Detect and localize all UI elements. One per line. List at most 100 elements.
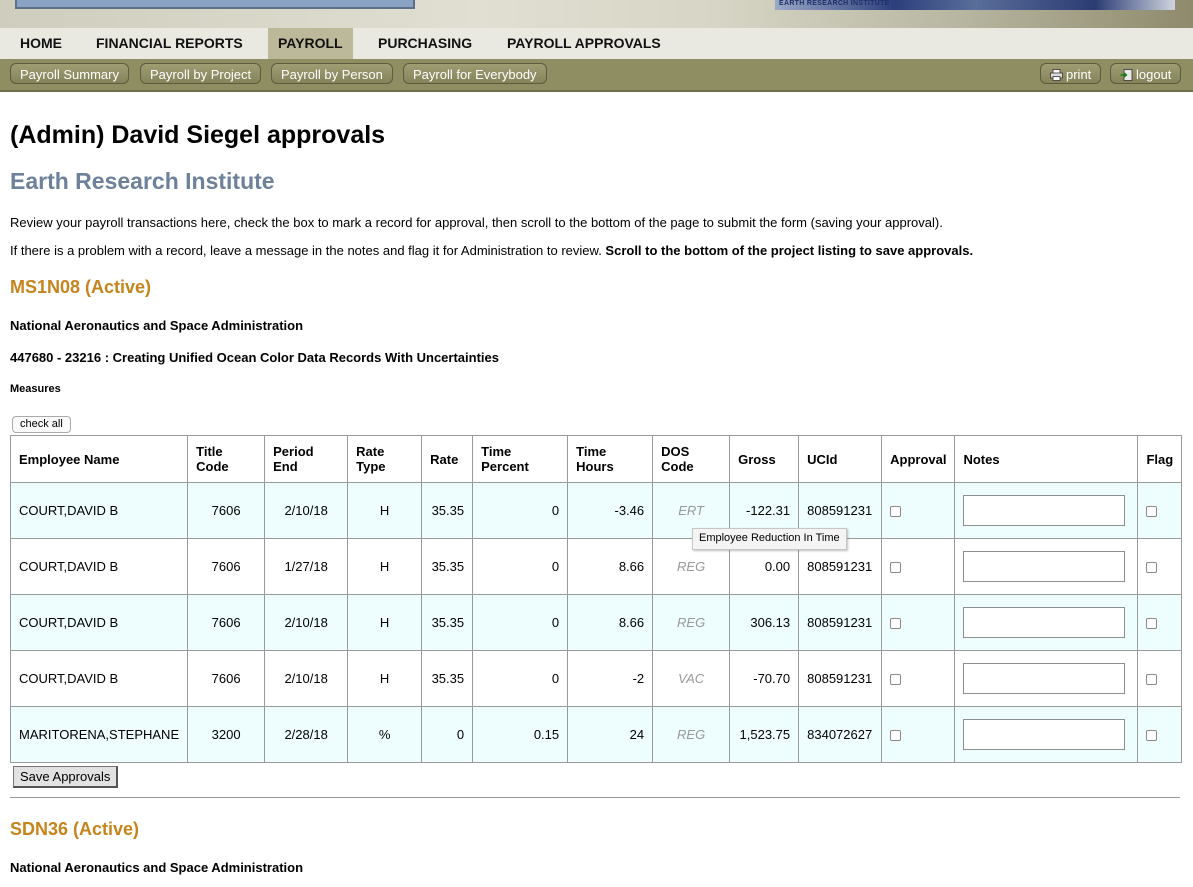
period-end-cell: 1/27/18 — [264, 538, 349, 595]
col-rate: Rate — [421, 435, 474, 483]
notes-input[interactable] — [963, 719, 1126, 750]
col-gross: Gross — [729, 435, 800, 483]
title-code-cell: 7606 — [187, 482, 266, 539]
period-end-cell: 2/28/18 — [264, 706, 349, 763]
flag-checkbox[interactable] — [1146, 562, 1158, 574]
subnav-payroll-for-everybody[interactable]: Payroll for Everybody — [403, 63, 547, 84]
intro-text: Review your payroll transactions here, c… — [10, 215, 943, 230]
print-label: print — [1066, 67, 1092, 82]
gross-cell: -70.70 — [729, 650, 800, 707]
notes-input[interactable] — [963, 607, 1126, 638]
rate-type-cell: H — [347, 482, 423, 539]
table-row: COURT,DAVID B 7606 1/27/18 H 35.35 0 8.66 REG 0.… — [9, 538, 1183, 595]
section-divider — [10, 797, 1180, 798]
subnav-payroll-by-project[interactable]: Payroll by Project — [140, 63, 262, 84]
time-hours-cell: 24 — [567, 706, 654, 763]
col-time-percent: Time Percent — [472, 435, 569, 483]
title-code-cell: 7606 — [187, 594, 266, 651]
project-sponsor: National Aeronautics and Space Administr… — [10, 318, 304, 333]
flag-checkbox[interactable] — [1146, 730, 1158, 742]
col-approval: Approval — [881, 435, 956, 483]
logout-button[interactable]: logout — [1110, 63, 1182, 84]
notes-input[interactable] — [963, 495, 1126, 526]
intro-text-2-bold: Scroll to the bottom of the project list… — [605, 243, 974, 258]
employee-name-cell: MARITORENA,STEPHANE — [9, 706, 189, 763]
flag-checkbox[interactable] — [1146, 618, 1158, 630]
project-heading: MS1N08 (Active) — [10, 277, 152, 297]
header-banner: EARTH RESEARCH INSTITUTE — [0, 0, 1193, 28]
project-heading-2: SDN36 (Active) — [10, 819, 140, 839]
rate-type-cell: H — [347, 594, 423, 651]
ucid-cell: 834072627 — [798, 706, 883, 763]
approval-checkbox[interactable] — [890, 618, 902, 630]
time-hours-cell: 8.66 — [567, 538, 654, 595]
notes-cell — [954, 594, 1139, 651]
time-hours-cell: -3.46 — [567, 482, 654, 539]
intro-text-2-plain: If there is a problem with a record, lea… — [10, 243, 606, 258]
approval-cell — [881, 706, 956, 763]
employee-name-cell: COURT,DAVID B — [9, 538, 189, 595]
col-rate-type: Rate Type — [347, 435, 423, 483]
flag-cell — [1137, 482, 1183, 539]
dos-code-cell: REG — [652, 706, 731, 763]
table-header-row: Employee Name Title Code Period End Rate… — [9, 435, 1183, 483]
period-end-cell: 2/10/18 — [264, 594, 349, 651]
nav-home[interactable]: HOME — [10, 28, 72, 59]
nav-financial-reports[interactable]: FINANCIAL REPORTS — [86, 28, 253, 59]
title-code-cell: 7606 — [187, 650, 266, 707]
nav-purchasing[interactable]: PURCHASING — [368, 28, 482, 59]
nav-payroll-approvals[interactable]: PAYROLL APPROVALS — [497, 28, 671, 59]
notes-cell — [954, 538, 1139, 595]
dos-code-cell: REG — [652, 594, 731, 651]
nav-payroll[interactable]: PAYROLL — [268, 28, 353, 59]
col-dos-code: DOS Code — [652, 435, 731, 483]
banner-image-left — [15, 0, 415, 9]
subnav-payroll-by-person[interactable]: Payroll by Person — [271, 63, 393, 84]
save-approvals-button[interactable]: Save Approvals — [13, 766, 119, 788]
printer-icon — [1050, 69, 1063, 81]
employee-name-cell: COURT,DAVID B — [9, 650, 189, 707]
time-hours-cell: 8.66 — [567, 594, 654, 651]
time-percent-cell: 0 — [472, 650, 569, 707]
check-all-button[interactable]: check all — [12, 416, 71, 433]
notes-cell — [954, 482, 1139, 539]
title-code-cell: 3200 — [187, 706, 266, 763]
notes-input[interactable] — [963, 551, 1126, 582]
subnav-payroll-summary[interactable]: Payroll Summary — [10, 63, 129, 84]
gross-cell: 1,523.75 — [729, 706, 800, 763]
approval-checkbox[interactable] — [890, 506, 902, 518]
col-time-hours: Time Hours — [567, 435, 654, 483]
flag-cell — [1137, 594, 1183, 651]
notes-input[interactable] — [963, 663, 1126, 694]
table-row: COURT,DAVID B 7606 2/10/18 H 35.35 0 -2 VAC -70.… — [9, 650, 1183, 707]
payroll-table: Employee Name Title Code Period End Rate… — [9, 435, 1183, 763]
print-button[interactable]: print — [1040, 63, 1102, 84]
col-period-end: Period End — [264, 435, 349, 483]
notes-cell — [954, 706, 1139, 763]
approval-checkbox[interactable] — [890, 730, 902, 742]
time-percent-cell: 0.15 — [472, 706, 569, 763]
period-end-cell: 2/10/18 — [264, 482, 349, 539]
time-hours-cell: -2 — [567, 650, 654, 707]
flag-checkbox[interactable] — [1146, 506, 1158, 518]
logout-label: logout — [1136, 67, 1172, 82]
project-sponsor-2: National Aeronautics and Space Administr… — [10, 860, 304, 875]
rate-type-cell: H — [347, 650, 423, 707]
employee-name-cell: COURT,DAVID B — [9, 594, 189, 651]
approval-checkbox[interactable] — [890, 562, 902, 574]
time-percent-cell: 0 — [472, 594, 569, 651]
col-title-code: Title Code — [187, 435, 266, 483]
rate-cell: 35.35 — [421, 650, 474, 707]
flag-cell — [1137, 538, 1183, 595]
rate-cell: 0 — [421, 706, 474, 763]
approval-cell — [881, 650, 956, 707]
rate-type-cell: % — [347, 706, 423, 763]
table-row: MARITORENA,STEPHANE 3200 2/28/18% 0 0.15 24 RE… — [9, 706, 1183, 763]
col-employee-name: Employee Name — [9, 435, 189, 483]
time-percent-cell: 0 — [472, 538, 569, 595]
institute-name: Earth Research Institute — [10, 168, 275, 194]
rate-cell: 35.35 — [421, 594, 474, 651]
approval-checkbox[interactable] — [890, 674, 902, 686]
dos-code-cell: VAC — [652, 650, 731, 707]
flag-checkbox[interactable] — [1146, 674, 1158, 686]
